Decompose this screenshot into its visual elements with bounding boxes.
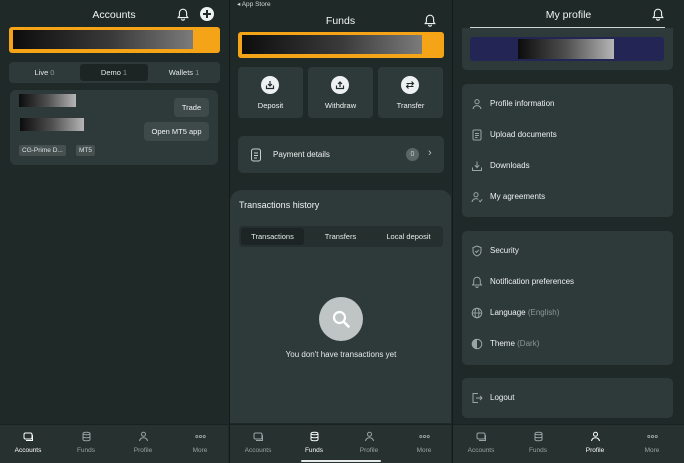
user-icon — [472, 99, 482, 110]
server-chip: CG-Prime D... — [19, 145, 66, 156]
bell-icon — [471, 276, 483, 288]
home-indicator — [301, 460, 381, 462]
chevron-right-icon: › — [428, 147, 432, 159]
redacted-info — [242, 35, 422, 54]
logout-group: Logout — [462, 378, 673, 418]
bottom-nav: Accounts Funds Profile More — [230, 424, 451, 463]
menu-notification-preferences[interactable]: Notification preferences — [462, 272, 673, 292]
accounts-screen: Accounts Live 0 Demo 1 Wallets 1 Trade Open… — [0, 0, 228, 463]
nav-funds[interactable]: Funds — [58, 431, 114, 454]
deposit-button[interactable]: Deposit — [238, 67, 303, 118]
profile-card[interactable] — [462, 28, 673, 70]
nav-more[interactable]: More — [172, 431, 228, 454]
nav-profile[interactable]: Profile — [567, 431, 623, 454]
transfer-button[interactable]: Transfer — [378, 67, 443, 118]
add-account-button[interactable] — [200, 7, 214, 21]
nav-accounts[interactable]: Accounts — [0, 431, 56, 454]
document-icon — [251, 148, 261, 162]
profile-header: My profile — [453, 0, 684, 30]
menu-upload-documents[interactable]: Upload documents — [462, 125, 673, 145]
profile-icon — [138, 431, 148, 442]
menu-theme[interactable]: Theme (Dark) — [462, 334, 673, 354]
redacted-profile — [518, 39, 614, 59]
menu-profile-information[interactable]: Profile information — [462, 94, 673, 114]
deposit-icon — [261, 76, 279, 94]
account-banner[interactable] — [238, 32, 444, 58]
account-card[interactable]: Trade Open MT5 app CG-Prime D... MT5 — [10, 90, 218, 165]
redacted-info — [13, 30, 193, 49]
funds-icon — [534, 431, 542, 442]
funds-header: ◂ App Store Funds — [230, 0, 451, 30]
tab-demo[interactable]: Demo 1 — [80, 64, 148, 81]
logout-icon — [472, 393, 483, 403]
funds-icon — [82, 431, 90, 442]
transaction-tabs: Transactions Transfers Local deposit — [239, 226, 443, 247]
tab-live[interactable]: Live 0 — [11, 64, 78, 81]
profile-screen: My profile Profile information Upload do… — [452, 0, 684, 463]
accounts-icon — [253, 432, 263, 441]
tab-transfers[interactable]: Transfers — [309, 228, 372, 245]
nav-profile[interactable]: Profile — [341, 431, 397, 454]
funds-icon — [310, 431, 318, 442]
globe-icon — [471, 307, 483, 319]
more-icon — [418, 434, 430, 439]
search-icon — [319, 297, 363, 341]
redacted-balance — [20, 118, 84, 131]
profile-icon — [364, 431, 374, 442]
accounts-icon — [476, 432, 486, 441]
tab-local-deposit[interactable]: Local deposit — [376, 228, 441, 245]
section-title: Transactions history — [239, 200, 320, 210]
account-type-tabs: Live 0 Demo 1 Wallets 1 — [9, 62, 220, 83]
download-icon — [472, 161, 482, 171]
menu-security[interactable]: Security — [462, 241, 673, 261]
trade-button[interactable]: Trade — [174, 98, 209, 117]
nav-more[interactable]: More — [624, 431, 680, 454]
nav-accounts[interactable]: Accounts — [453, 431, 509, 454]
nav-profile[interactable]: Profile — [115, 431, 171, 454]
accounts-icon — [23, 432, 33, 441]
account-banner[interactable] — [9, 27, 220, 53]
page-title: Funds — [325, 15, 356, 27]
menu-downloads[interactable]: Downloads — [462, 156, 673, 176]
nav-funds[interactable]: Funds — [510, 431, 566, 454]
logout-button[interactable]: Logout — [462, 388, 673, 408]
platform-chip: MT5 — [76, 145, 95, 156]
page-title: Accounts — [92, 9, 136, 21]
open-mt5-button[interactable]: Open MT5 app — [144, 122, 209, 141]
transactions-panel: Transactions history Transactions Transf… — [230, 190, 451, 423]
more-icon — [194, 434, 206, 439]
agreement-icon — [471, 192, 483, 203]
menu-language[interactable]: Language (English) — [462, 303, 673, 323]
tab-wallets[interactable]: Wallets 1 — [150, 64, 218, 81]
bell-icon[interactable] — [177, 8, 189, 21]
status-bar-back[interactable]: ◂ App Store — [237, 0, 271, 8]
profile-icon — [590, 431, 600, 442]
funds-screen: ◂ App Store Funds Deposit Withdraw Trans… — [229, 0, 451, 463]
shield-icon — [472, 245, 482, 257]
bell-icon[interactable] — [424, 14, 436, 27]
profile-banner — [470, 37, 664, 61]
redacted-account-name — [19, 94, 76, 107]
bottom-nav: Accounts Funds Profile More — [453, 424, 684, 463]
bottom-nav: Accounts Funds Profile More — [0, 424, 228, 463]
count-badge: 0 — [406, 148, 419, 161]
theme-icon — [471, 338, 483, 350]
payment-details-row[interactable]: Payment details 0 › — [238, 136, 444, 173]
menu-my-agreements[interactable]: My agreements — [462, 187, 673, 207]
accounts-header: Accounts — [0, 0, 228, 30]
tab-transactions[interactable]: Transactions — [241, 228, 304, 245]
nav-funds[interactable]: Funds — [286, 431, 342, 454]
transfer-icon — [401, 76, 419, 94]
withdraw-icon — [331, 76, 349, 94]
withdraw-button[interactable]: Withdraw — [308, 67, 373, 118]
settings-menu-group: Security Notification preferences Langua… — [462, 231, 673, 365]
empty-state-text: You don't have transactions yet — [285, 350, 397, 359]
profile-menu-group: Profile information Upload documents Dow… — [462, 84, 673, 217]
bell-icon[interactable] — [652, 8, 664, 21]
page-title: My profile — [545, 9, 592, 21]
more-icon — [646, 434, 658, 439]
document-icon — [472, 129, 482, 141]
nav-accounts[interactable]: Accounts — [230, 431, 286, 454]
nav-more[interactable]: More — [396, 431, 451, 454]
